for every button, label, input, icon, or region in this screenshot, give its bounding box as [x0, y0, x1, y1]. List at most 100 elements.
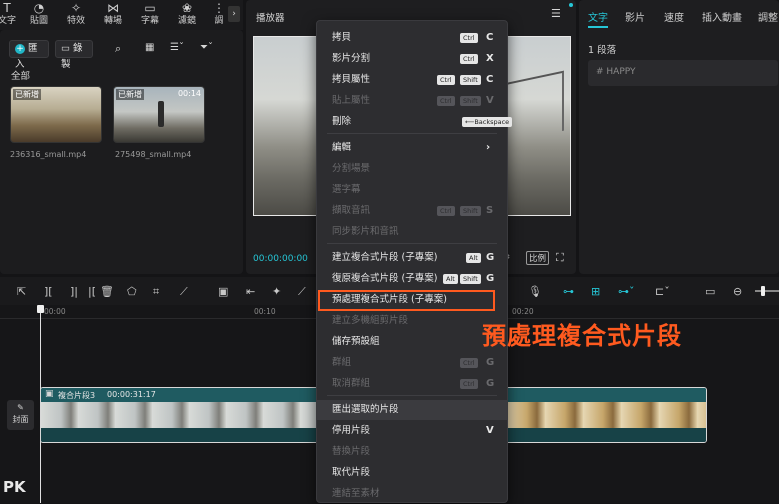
caption-icon: ▭	[144, 1, 156, 15]
media-clip-2[interactable]: 已新增 00:14	[113, 86, 205, 143]
menu-item-label: 儲存預設組	[332, 336, 380, 347]
clip-frames-skate	[41, 402, 321, 428]
menu-item-label: 影片分割	[332, 53, 371, 64]
search-icon[interactable]: ⌕	[115, 42, 121, 56]
reverse-icon[interactable]: ⇤	[246, 285, 255, 298]
edit-icon: ✎	[17, 403, 24, 412]
link-main-icon[interactable]: ⊶	[563, 285, 574, 298]
keyframe-icon[interactable]: ⟋	[180, 285, 188, 299]
menu-item: 同步影片和音訊	[317, 222, 507, 242]
menu-item[interactable]: 刪除 ⟵Backspace	[317, 112, 513, 132]
menu-item-label: 取代片段	[332, 467, 371, 478]
fullscreen-icon[interactable]: ⛶	[556, 251, 564, 265]
menu-shortcut-key: ›	[486, 142, 491, 153]
crop-tool-icon[interactable]: ⌗	[153, 285, 159, 299]
menu-item-label: 拷貝	[332, 32, 352, 43]
text-content-field[interactable]: # HAPPY	[588, 60, 778, 86]
menu-item[interactable]: 取代片段	[317, 463, 507, 483]
menu-shortcut-badge: ⟵Backspace	[462, 117, 513, 127]
record-button[interactable]: ▭ 錄製	[55, 40, 93, 70]
filter-funnel-icon[interactable]: ⏷ˇ	[200, 42, 213, 53]
split-right-icon[interactable]: |[	[88, 285, 96, 298]
zoom-slider-thumb[interactable]	[761, 286, 765, 296]
cover-button[interactable]: ✎ 封面	[7, 400, 34, 430]
menu-item-label: 停用片段	[332, 425, 371, 436]
toolbar-sticker[interactable]: ◔ 貼圖	[22, 0, 56, 26]
highlight-box	[318, 290, 495, 311]
player-menu-icon[interactable]: ☰	[551, 7, 561, 20]
tab-text[interactable]: 文字	[588, 9, 608, 24]
menu-shortcut-key: S	[486, 205, 494, 216]
marker-icon[interactable]: ⬠	[127, 285, 137, 298]
tab-speed[interactable]: 速度	[664, 9, 684, 24]
clip-frames-desert	[507, 402, 706, 428]
tab-adjust[interactable]: 調整	[758, 9, 778, 24]
menu-item-label: 群組	[332, 357, 352, 368]
menu-item-label: 擷取音訊	[332, 205, 371, 216]
ai-icon[interactable]: ✦	[272, 285, 281, 298]
menu-item-label: 連結至素材	[332, 488, 380, 499]
import-button[interactable]: + 匯入	[9, 40, 49, 70]
select-tool-icon[interactable]: ⇱	[17, 285, 26, 298]
menu-item[interactable]: 建立複合式片段 (子專案) G Alt	[317, 248, 507, 268]
menu-item[interactable]: 匯出選取的片段	[317, 400, 507, 420]
menu-shortcut-badge: Ctrl	[437, 96, 455, 106]
mic-icon[interactable]: 🎙	[528, 285, 542, 298]
toolbar-expand-button[interactable]: ›	[228, 6, 240, 22]
annotation-text: 預處理複合式片段	[482, 322, 682, 350]
menu-item[interactable]: 停用片段 V	[317, 421, 507, 441]
menu-item-label: 匯出選取的片段	[332, 404, 399, 415]
toolbar-filter[interactable]: ❀ 濾鏡	[170, 0, 204, 26]
menu-shortcut-key: C	[486, 32, 494, 43]
grid-view-icon[interactable]: ▦	[145, 42, 154, 53]
transition-icon: ⋈	[107, 1, 119, 15]
menu-item: 擷取音訊 S Shift Ctrl	[317, 201, 507, 221]
magic-icon[interactable]: ⟋	[298, 285, 306, 299]
sticker-icon: ◔	[33, 1, 45, 15]
menu-item[interactable]: 影片分割 X Ctrl	[317, 49, 507, 69]
tab-underline	[588, 26, 608, 28]
menu-shortcut-badge: Ctrl	[437, 206, 455, 216]
toolbar-effects[interactable]: ✧ 特效	[59, 0, 93, 26]
delete-icon[interactable]: 🗑	[100, 285, 114, 298]
split-left-icon[interactable]: ]|	[70, 285, 78, 298]
menu-item[interactable]: 拷貝 C Ctrl	[317, 28, 507, 48]
menu-item[interactable]: 編輯 ›	[317, 138, 507, 158]
menu-item-label: 貼上屬性	[332, 95, 371, 106]
menu-shortcut-badge: Alt	[466, 253, 481, 263]
menu-item: 替換片段	[317, 442, 507, 462]
menu-shortcut-key: G	[486, 273, 495, 284]
magnet-icon[interactable]: ⊞	[591, 285, 600, 298]
toolbar-transition[interactable]: ⋈ 轉場	[96, 0, 130, 26]
menu-shortcut-badge: Shift	[460, 75, 481, 85]
playhead-handle[interactable]	[37, 305, 44, 313]
toolbar-caption[interactable]: ▭ 字幕	[133, 0, 167, 26]
menu-item-label: 替換片段	[332, 446, 371, 457]
media-clip-1[interactable]: 已新增	[10, 86, 102, 143]
zoom-slider[interactable]	[755, 286, 779, 296]
freeze-icon[interactable]: ▣	[218, 285, 228, 298]
menu-item[interactable]: 儲存預設組	[317, 332, 507, 352]
split-icon[interactable]: ][	[44, 285, 53, 298]
menu-separator	[327, 395, 497, 396]
time-mark-0: 00:00	[44, 307, 66, 316]
paragraph-label: 1 段落	[588, 45, 617, 56]
filter-icon: ❀	[181, 1, 193, 15]
clip-label: 複合片段3	[58, 391, 96, 400]
menu-shortcut-key: G	[486, 252, 495, 263]
inspector-panel: 文字 影片 速度 插入動畫 調整 1 段落 # HAPPY	[579, 0, 779, 274]
preview-axis-icon[interactable]: ⊏ˇ	[655, 285, 670, 298]
section-label: 全部	[11, 71, 31, 82]
link-clip-icon[interactable]: ⊶ˇ	[618, 285, 635, 298]
menu-separator	[327, 133, 497, 134]
ratio-button[interactable]: 比例	[526, 251, 550, 265]
toolbar-text[interactable]: T 文字	[0, 0, 24, 26]
sort-icon[interactable]: ☰ˇ	[170, 42, 184, 53]
menu-item[interactable]: 復原複合式片段 (子專案) G Shift Alt	[317, 269, 507, 289]
menu-item[interactable]: 拷貝屬性 C Shift Ctrl	[317, 70, 507, 90]
zoom-out-icon[interactable]: ⊖	[733, 285, 742, 298]
tab-animation[interactable]: 插入動畫	[702, 9, 742, 24]
time-mark-1: 00:10	[254, 307, 276, 316]
tab-video[interactable]: 影片	[625, 9, 645, 24]
subtitle-icon[interactable]: ▭	[705, 285, 715, 298]
